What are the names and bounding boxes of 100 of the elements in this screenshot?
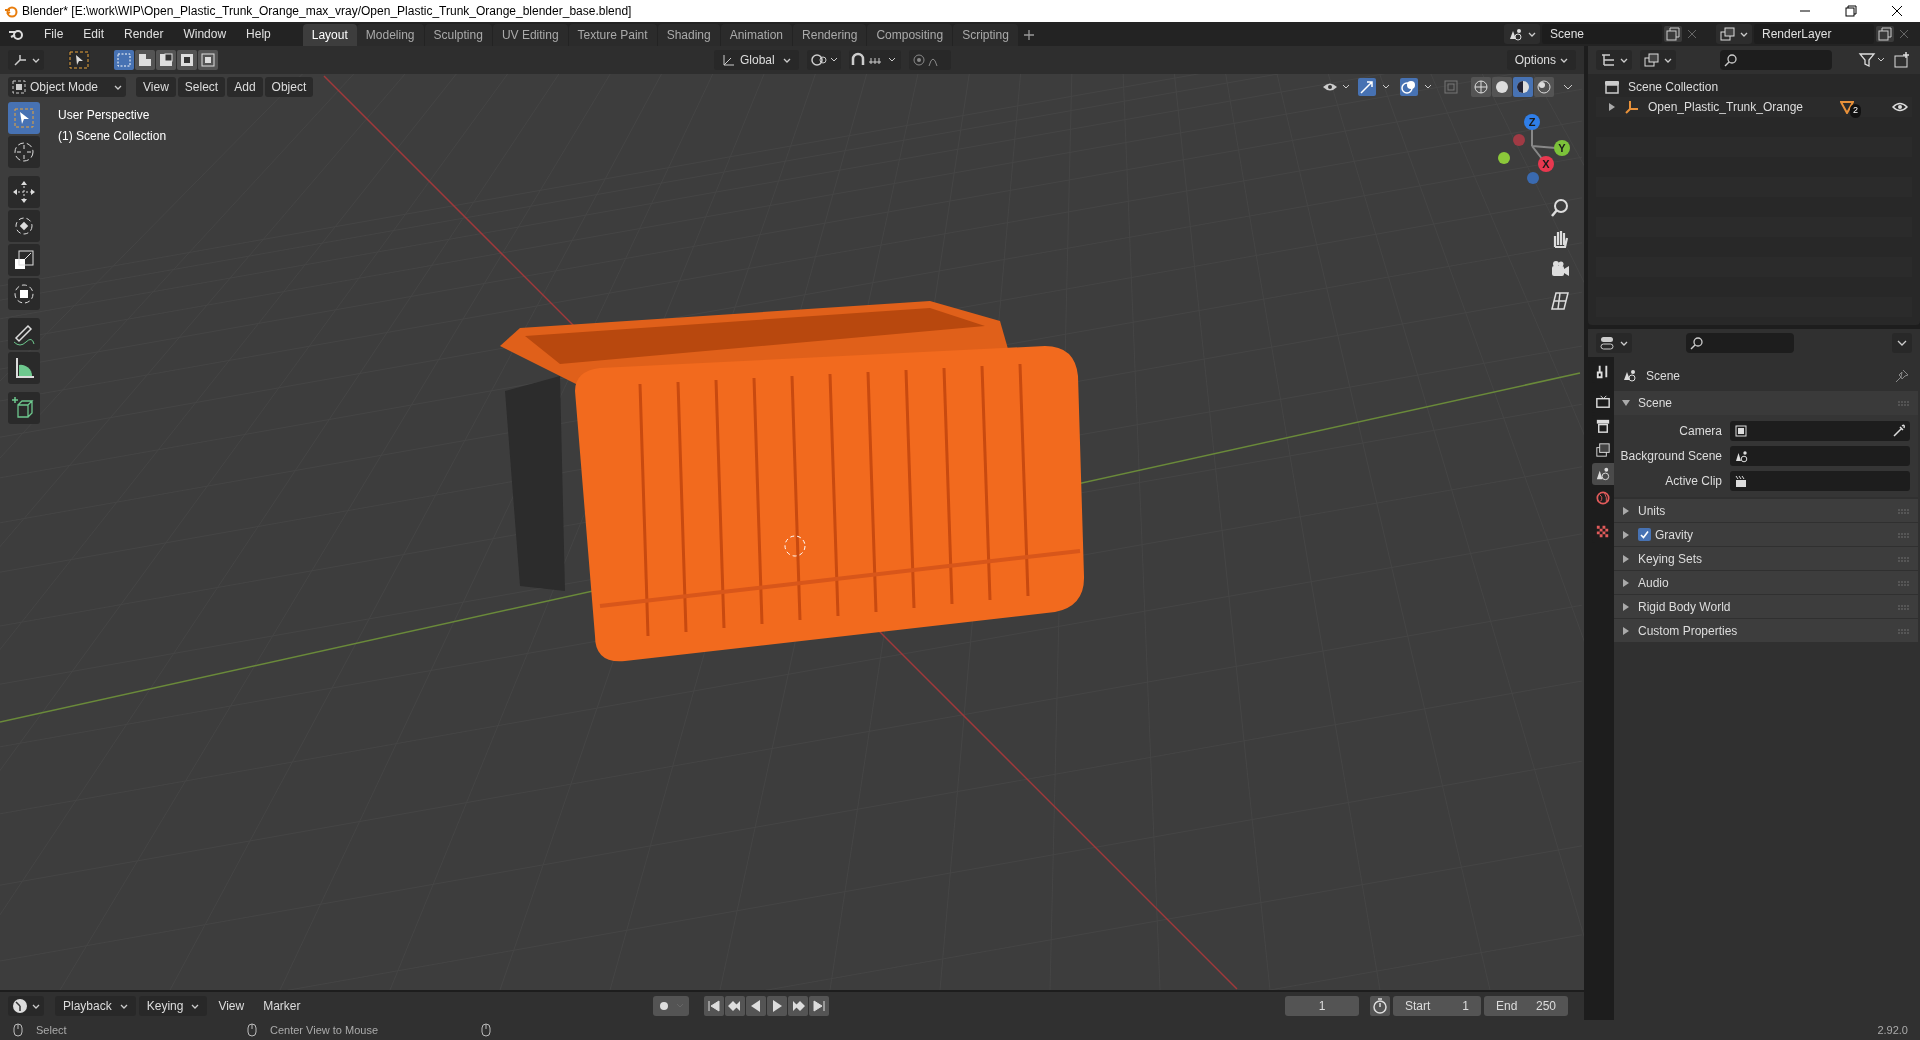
object-field[interactable] [1730, 446, 1910, 466]
frame-range-field[interactable]: End 250 [1484, 996, 1568, 1016]
menu-item[interactable]: View [136, 77, 176, 97]
menu-item[interactable]: Add [227, 77, 263, 97]
menu-dropdown[interactable]: Keying [138, 996, 208, 1016]
current-frame-field[interactable]: 1 [1285, 996, 1359, 1016]
scale-icon[interactable] [8, 244, 40, 276]
menu-item[interactable]: Object [264, 77, 314, 97]
object-field[interactable] [1730, 471, 1910, 491]
subpanel-header[interactable]: Gravity [1614, 523, 1918, 547]
workspace-tab[interactable]: Layout [302, 24, 357, 46]
subpanel-header[interactable]: Units [1614, 499, 1918, 523]
menu-item[interactable]: Window [175, 24, 235, 44]
measure-icon[interactable] [8, 352, 40, 384]
menu-item[interactable]: Render [116, 24, 172, 44]
shading-mode-icon[interactable] [1513, 77, 1533, 97]
menu-item[interactable]: Help [238, 24, 279, 44]
proportional-edit-icon[interactable] [908, 50, 951, 70]
grid-icon[interactable] [1548, 289, 1572, 313]
menu-item[interactable]: Marker [255, 996, 309, 1016]
editor-type-button[interactable] [1596, 333, 1632, 353]
workspace-tab[interactable]: Texture Paint [568, 24, 657, 46]
field-label: Camera [1678, 423, 1722, 440]
collection-box-icon [1604, 80, 1620, 94]
link-icon[interactable] [806, 50, 841, 70]
annotate-icon[interactable] [8, 318, 40, 350]
subpanel-header[interactable]: Audio [1614, 571, 1918, 595]
mouse-icon [246, 1023, 258, 1037]
selection-mode-icon[interactable] [156, 50, 176, 70]
selector-button[interactable] [1716, 24, 1752, 44]
search-field[interactable] [1720, 50, 1832, 70]
workspace-tab[interactable]: Shading [657, 24, 720, 46]
copy-icon[interactable] [1876, 26, 1894, 42]
jump-start-icon[interactable] [704, 996, 724, 1016]
field-label: Background Scene [1619, 448, 1722, 465]
subpanel-header[interactable]: Rigid Body World [1614, 595, 1918, 619]
caret-icon [32, 56, 40, 64]
subpanel-header[interactable]: Keying Sets [1614, 547, 1918, 571]
options-dropdown[interactable]: Options [1506, 50, 1576, 70]
menu-dropdown[interactable]: Playback [55, 996, 136, 1016]
caret-icon [782, 56, 791, 64]
play-icon[interactable] [767, 996, 787, 1016]
subpanel-header[interactable]: Custom Properties [1614, 619, 1918, 643]
workspace-tab[interactable]: UV Editing [492, 24, 568, 46]
workspace-tab[interactable]: Sculpting [424, 24, 492, 46]
object-field[interactable] [1730, 421, 1910, 441]
mode-dropdown[interactable]: Object Mode [8, 77, 127, 97]
name-field[interactable]: RenderLayer [1754, 24, 1874, 44]
display-mode-button[interactable] [1596, 50, 1632, 70]
workspace-tab[interactable]: Rendering [793, 24, 867, 46]
copy-icon[interactable] [1664, 26, 1682, 42]
selector-button[interactable] [1504, 24, 1540, 44]
selection-mode-icon[interactable] [135, 50, 155, 70]
menu-item[interactable]: File [36, 24, 72, 44]
add-cube-icon[interactable] [8, 392, 40, 424]
chevron-down-icon[interactable] [1892, 333, 1912, 353]
move-icon[interactable] [8, 176, 40, 208]
orientation-dropdown[interactable]: Global [713, 50, 799, 70]
frame-range-field[interactable]: Start 1 [1393, 996, 1481, 1016]
scene-icon [1734, 449, 1748, 463]
menu-item[interactable]: Select [177, 77, 226, 97]
shading-mode-icon[interactable] [1492, 77, 1512, 97]
record-icon[interactable] [653, 996, 689, 1016]
play-reverse-icon[interactable] [746, 996, 766, 1016]
eye-icon[interactable] [1892, 101, 1908, 113]
checkbox[interactable] [1638, 528, 1651, 541]
selection-mode-icon[interactable] [177, 50, 197, 70]
menu-item[interactable]: Edit [75, 24, 113, 44]
caret-icon [1560, 56, 1568, 64]
select-tool-icon[interactable] [68, 50, 90, 70]
next-keyframe-icon[interactable] [788, 996, 808, 1016]
view-layer-button[interactable] [1640, 50, 1676, 70]
object-label[interactable]: Open_Plastic_Trunk_Orange [1648, 98, 1808, 116]
new-collection-icon[interactable] [1892, 50, 1912, 70]
cursor-icon[interactable] [8, 136, 40, 168]
select-box-icon[interactable] [8, 102, 40, 134]
workspace-tab[interactable]: Scripting [953, 24, 1018, 46]
workspace-tab[interactable]: Modeling [356, 24, 424, 46]
name-field[interactable]: Scene [1542, 24, 1662, 44]
magnet-icon[interactable] [848, 50, 901, 70]
shading-mode-icon[interactable] [1534, 77, 1554, 97]
axis-gizmo-drawing[interactable]: X Y Z [1498, 114, 1570, 184]
editor-type-button[interactable] [8, 50, 44, 70]
previous-keyframe-icon[interactable] [725, 996, 745, 1016]
blender-logo-icon[interactable] [8, 27, 24, 41]
stopwatch-icon[interactable] [1370, 996, 1390, 1016]
search-field[interactable] [1686, 333, 1794, 353]
rotate-icon[interactable] [8, 210, 40, 242]
workspace-tab[interactable]: Compositing [867, 24, 953, 46]
menu-item[interactable]: View [210, 996, 253, 1016]
pin-icon[interactable] [1894, 368, 1910, 384]
expand-triangle-icon[interactable] [1608, 103, 1616, 111]
jump-end-icon[interactable] [809, 996, 829, 1016]
collection-label[interactable]: Scene Collection [1628, 78, 1719, 96]
transform-icon[interactable] [8, 278, 40, 310]
editor-type-button[interactable] [8, 996, 44, 1016]
caret-icon [119, 1002, 128, 1010]
selection-mode-icon[interactable] [198, 50, 218, 70]
properties-tab[interactable] [1592, 463, 1614, 485]
workspace-tab[interactable]: Animation [720, 24, 793, 46]
